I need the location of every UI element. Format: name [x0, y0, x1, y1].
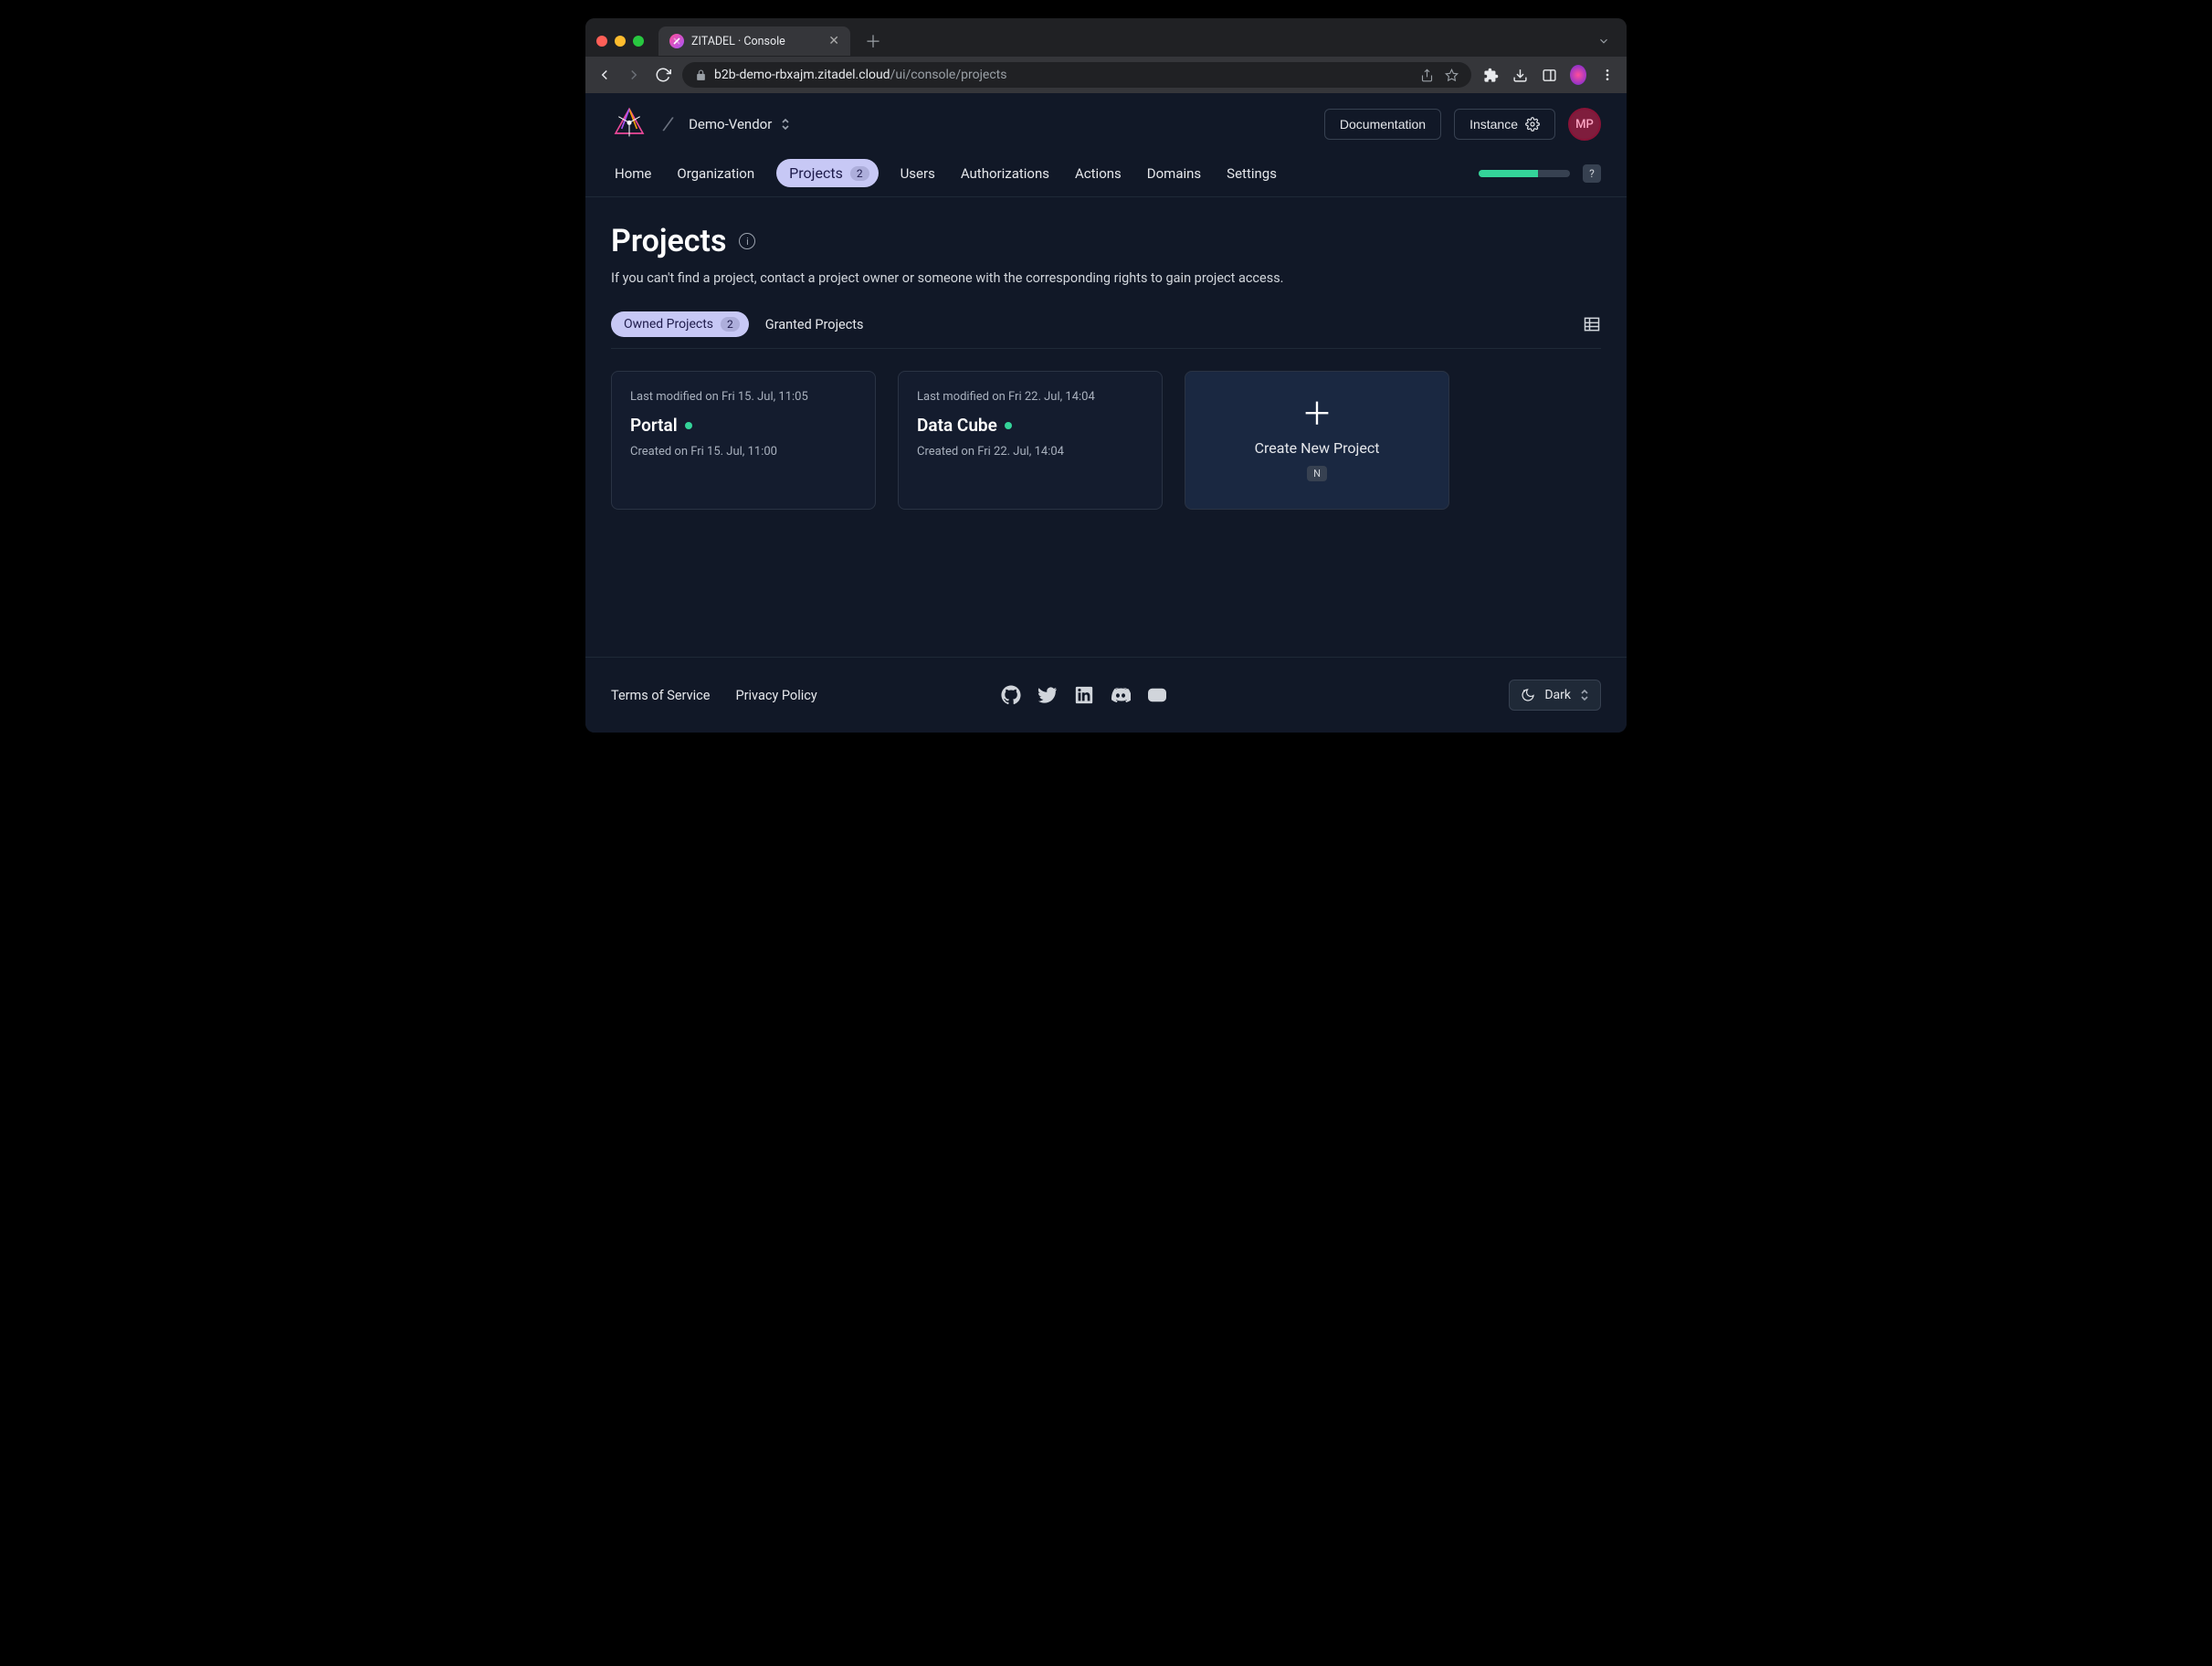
social-links: [1001, 685, 1167, 705]
new-tab-button[interactable]: ＋: [858, 26, 889, 57]
nav-projects-badge: 2: [850, 166, 869, 181]
profile-avatar-icon[interactable]: [1570, 65, 1586, 85]
moon-icon: [1521, 688, 1535, 702]
tab-close-icon[interactable]: ✕: [828, 34, 839, 48]
status-active-icon: [1005, 422, 1012, 429]
url-path: /ui/console/projects: [890, 68, 1007, 82]
app-header: / Demo-Vendor Documentation Instance MP: [585, 93, 1627, 155]
chevron-up-down-icon: [1580, 689, 1589, 701]
url-host: b2b-demo-rbxajm.zitadel.cloud: [714, 68, 890, 82]
tab-owned-badge: 2: [721, 317, 740, 332]
tab-owned-label: Owned Projects: [624, 317, 713, 332]
user-avatar[interactable]: MP: [1568, 108, 1601, 141]
url-bar[interactable]: b2b-demo-rbxajm.zitadel.cloud/ui/console…: [682, 62, 1471, 88]
extensions-icon[interactable]: [1482, 68, 1499, 83]
lock-icon: [695, 69, 707, 81]
project-card-grid: Last modified on Fri 15. Jul, 11:05 Port…: [611, 371, 1601, 510]
org-switcher[interactable]: Demo-Vendor: [689, 116, 790, 132]
browser-tab-title: ZITADEL · Console: [691, 35, 785, 48]
discord-icon[interactable]: [1111, 685, 1131, 705]
downloads-icon[interactable]: [1512, 68, 1528, 83]
project-created: Created on Fri 22. Jul, 14:04: [917, 445, 1143, 459]
github-icon[interactable]: [1001, 685, 1021, 705]
main-nav: Home Organization Projects 2 Users Autho…: [585, 155, 1627, 197]
nav-projects[interactable]: Projects 2: [776, 159, 878, 187]
nav-settings[interactable]: Settings: [1223, 160, 1280, 187]
project-name: Portal: [630, 415, 678, 436]
zitadel-logo-icon[interactable]: [611, 106, 648, 142]
page-subtitle: If you can't find a project, contact a p…: [611, 270, 1601, 286]
org-name: Demo-Vendor: [689, 116, 772, 132]
project-modified: Last modified on Fri 15. Jul, 11:05: [630, 390, 857, 404]
onboarding-progress-fill: [1479, 170, 1538, 177]
create-project-label: Create New Project: [1255, 439, 1380, 457]
breadcrumb-separator: /: [661, 112, 675, 136]
instance-label: Instance: [1469, 117, 1518, 132]
plus-icon: ＋: [1301, 399, 1332, 430]
status-active-icon: [685, 422, 692, 429]
window-maximize[interactable]: [633, 36, 644, 47]
twitter-icon[interactable]: [1038, 685, 1058, 705]
youtube-icon[interactable]: [1147, 685, 1167, 705]
info-icon[interactable]: i: [739, 233, 755, 249]
window-controls: [596, 36, 644, 47]
avatar-initials: MP: [1575, 118, 1594, 132]
main-content: Projects i If you can't find a project, …: [585, 197, 1627, 657]
nav-organization[interactable]: Organization: [673, 160, 758, 187]
nav-domains[interactable]: Domains: [1143, 160, 1205, 187]
nav-home[interactable]: Home: [611, 160, 655, 187]
project-tabs: Owned Projects 2 Granted Projects: [611, 311, 1601, 349]
tab-granted-projects[interactable]: Granted Projects: [765, 317, 864, 332]
browser-window: ZITADEL · Console ✕ ＋ b2b-demo-rbxajm.zi…: [585, 18, 1627, 733]
window-minimize[interactable]: [615, 36, 626, 47]
nav-actions[interactable]: Actions: [1071, 160, 1125, 187]
window-close[interactable]: [596, 36, 607, 47]
instance-button[interactable]: Instance: [1454, 109, 1555, 140]
tab-owned-projects[interactable]: Owned Projects 2: [611, 311, 749, 337]
kebab-menu-icon[interactable]: [1599, 68, 1616, 82]
app-root: / Demo-Vendor Documentation Instance MP: [585, 93, 1627, 733]
chevron-up-down-icon: [781, 118, 790, 131]
zitadel-favicon: [669, 34, 684, 48]
panel-icon[interactable]: [1541, 68, 1557, 83]
theme-switcher[interactable]: Dark: [1509, 680, 1601, 711]
tab-overflow-icon[interactable]: [1597, 35, 1616, 47]
list-view-toggle-icon[interactable]: [1583, 315, 1601, 333]
project-modified: Last modified on Fri 22. Jul, 14:04: [917, 390, 1143, 404]
linkedin-icon[interactable]: [1074, 685, 1094, 705]
app-footer: Terms of Service Privacy Policy Dark: [585, 657, 1627, 733]
page-title: Projects: [611, 223, 726, 259]
nav-authorizations[interactable]: Authorizations: [957, 160, 1053, 187]
share-icon[interactable]: [1420, 69, 1434, 82]
theme-label: Dark: [1544, 688, 1571, 702]
nav-reload-icon[interactable]: [655, 67, 671, 83]
nav-back-icon[interactable]: [596, 67, 613, 83]
gear-icon: [1525, 117, 1540, 132]
project-created: Created on Fri 15. Jul, 11:00: [630, 445, 857, 459]
project-card[interactable]: Last modified on Fri 22. Jul, 14:04 Data…: [898, 371, 1163, 510]
nav-projects-label: Projects: [789, 164, 843, 182]
browser-toolbar: b2b-demo-rbxajm.zitadel.cloud/ui/console…: [585, 57, 1627, 93]
nav-users[interactable]: Users: [897, 160, 939, 187]
help-button[interactable]: ?: [1583, 164, 1601, 183]
footer-privacy-link[interactable]: Privacy Policy: [735, 688, 816, 703]
create-project-card[interactable]: ＋ Create New Project N: [1185, 371, 1449, 510]
nav-forward-icon[interactable]: [626, 67, 642, 83]
bookmark-star-icon[interactable]: [1445, 69, 1459, 82]
documentation-label: Documentation: [1340, 117, 1426, 132]
create-project-shortcut: N: [1307, 466, 1327, 481]
project-name: Data Cube: [917, 415, 997, 436]
footer-tos-link[interactable]: Terms of Service: [611, 688, 710, 703]
project-card[interactable]: Last modified on Fri 15. Jul, 11:05 Port…: [611, 371, 876, 510]
documentation-button[interactable]: Documentation: [1324, 109, 1441, 140]
browser-tab-bar: ZITADEL · Console ✕ ＋: [585, 18, 1627, 57]
browser-tab[interactable]: ZITADEL · Console ✕: [658, 26, 850, 56]
onboarding-progress[interactable]: [1479, 170, 1570, 177]
